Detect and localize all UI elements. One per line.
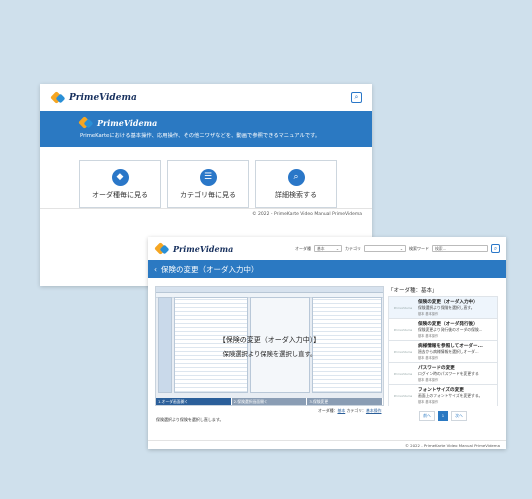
chevron-down-icon: ⌄ [399,246,403,251]
card-label: オーダ種毎に見る [92,190,148,199]
search-icon: ⌕ [354,93,359,101]
video-chapter-bar: 1.オーダ画面開く 2.保険選択画面開く 3.保険変更 [156,398,383,405]
search-button[interactable]: ⌕ [351,92,362,103]
logo-mark-icon [80,117,94,129]
current-page-button[interactable]: 1 [437,411,449,421]
video-thumbnail: PrimeVidema [393,328,413,332]
order-type-select[interactable]: 基本 ⌄ [314,245,342,252]
page-title: 保険の変更（オーダ入力中） [161,264,259,274]
content-area: 【保険の変更（オーダ入力中）】 保険選択より保険を選択し直す。 1.オーダ画面開… [148,278,506,428]
item-category: 基本 基本操作 [418,378,439,382]
chevron-down-icon: ⌄ [335,246,339,251]
hero-banner: PrimeVidema PrimeKarteにおける基本操作、応用操作、その他ニ… [40,111,372,147]
video-app-leftbar [158,297,172,393]
video-page-window: PrimeVidema オーダ種 基本 ⌄ カテゴリ ⌄ 検索ワード 検索... … [148,237,506,449]
card-label: カテゴリ毎に見る [180,190,236,199]
pagination: 前へ 1 次へ [388,411,498,421]
search-icon: ⌕ [493,244,498,252]
page-title-bar: ‹ 保険の変更（オーダ入力中） [148,260,506,278]
keyword-label: 検索ワード [409,245,429,251]
tag-icon: ◆ [111,168,129,186]
meta-order-type-link[interactable]: 基本 [337,408,345,413]
chapter-3[interactable]: 3.保険変更 [307,398,383,405]
logo-text: PrimeVidema [173,243,234,254]
video-thumbnail: PrimeVidema [393,350,413,354]
banner-logo-text: PrimeVidema [97,118,158,128]
logo-mark-icon [156,243,170,255]
logo-text: PrimeVidema [69,92,137,103]
list-item[interactable]: PrimeVidema 保険の変更（オーダ発行後） 保険変更より発行後のオーダの保… [388,318,498,340]
banner-tagline: PrimeKarteにおける基本操作、応用操作、その他ニワザなどを、動画で参照で… [80,133,321,139]
logo[interactable]: PrimeVidema [156,243,233,255]
logo[interactable]: PrimeVidema [52,92,137,104]
meta-category-label: カテゴリ： [346,408,366,413]
keyword-placeholder: 検索... [435,245,447,251]
chapter-1[interactable]: 1.オーダ画面開く [156,398,232,405]
header-bar: PrimeVidema オーダ種 基本 ⌄ カテゴリ ⌄ 検索ワード 検索... … [148,237,506,260]
chapter-2[interactable]: 2.保険選択画面開く [232,398,308,405]
category-select[interactable]: ⌄ [364,245,406,252]
video-thumbnail: PrimeVidema [393,306,413,310]
video-thumbnail: PrimeVidema [393,394,413,398]
video-description: 保険選択より保険を選択し直します。 [156,417,224,422]
list-item[interactable]: PrimeVidema パスワードの変更 ログイン時のパスワードを変更する 基本 基… [388,362,498,384]
back-chevron-icon[interactable]: ‹ [154,265,157,274]
list-icon: ☰ [199,168,217,186]
magnifier-icon: ⌕ [287,168,305,186]
detailed-search-card[interactable]: ⌕ 詳細検索する [255,160,337,208]
category-label: カテゴリ [345,245,361,251]
list-item[interactable]: PrimeVidema 保険の変更（オーダ入力中） 保険選択より保険を選択し直す。… [388,296,498,318]
order-type-label: オーダ種 [295,245,311,251]
card-label: 詳細検索する [275,190,317,199]
video-meta: オーダ種：基本 カテゴリ：基本操作 [318,408,382,414]
item-category: 基本 基本操作 [418,356,439,360]
footer-copyright: © 2022 - PrimeKarte Video Manual PrimeVi… [40,208,372,217]
browse-by-order-type-card[interactable]: ◆ オーダ種毎に見る [79,160,161,208]
video-thumbnail: PrimeVidema [393,372,413,376]
prev-page-button[interactable]: 前へ [419,411,435,421]
banner-logo: PrimeVidema [80,117,372,129]
related-videos-sidebar: 「オーダ種：基本」 PrimeVidema 保険の変更（オーダ入力中） 保険選択よ… [388,286,498,421]
video-app-form-pane [250,297,310,393]
list-item[interactable]: PrimeVidema 病様情報を参照してオーダー... 過去から病様情報を選択し… [388,340,498,362]
sidebar-title: 「オーダ種：基本」 [388,288,438,294]
video-app-list-pane [174,297,248,393]
item-category: 基本 基本操作 [418,400,439,404]
keyword-input[interactable]: 検索... [432,245,488,252]
list-item[interactable]: PrimeVidema フォントサイズの変更 画面上のフォントサイズを変更する。基… [388,384,498,406]
footer-copyright: © 2022 - PrimeKarte Video Manual PrimeVi… [148,440,506,449]
item-category: 基本 基本操作 [418,334,439,338]
header-bar: PrimeVidema ⌕ [40,84,372,111]
video-app-detail-pane [312,297,382,393]
order-type-value: 基本 [317,245,325,251]
logo-mark-icon [52,92,66,104]
meta-category-link[interactable]: 基本操作 [366,408,382,413]
filter-bar: オーダ種 基本 ⌄ カテゴリ ⌄ 検索ワード 検索... ⌕ [295,244,500,253]
video-caption-title: 【保険の変更（オーダ入力中）】 [218,336,321,344]
search-button[interactable]: ⌕ [491,244,500,253]
video-player[interactable]: 【保険の変更（オーダ入力中）】 保険選択より保険を選択し直す。 1.オーダ画面開… [155,286,384,406]
next-page-button[interactable]: 次へ [451,411,467,421]
browse-by-category-card[interactable]: ☰ カテゴリ毎に見る [167,160,249,208]
video-caption-sub: 保険選択より保険を選択し直す。 [222,351,317,358]
browse-options: ◆ オーダ種毎に見る ☰ カテゴリ毎に見る ⌕ 詳細検索する [40,147,372,208]
item-category: 基本 基本操作 [418,312,439,316]
meta-order-type-label: オーダ種： [318,408,338,413]
